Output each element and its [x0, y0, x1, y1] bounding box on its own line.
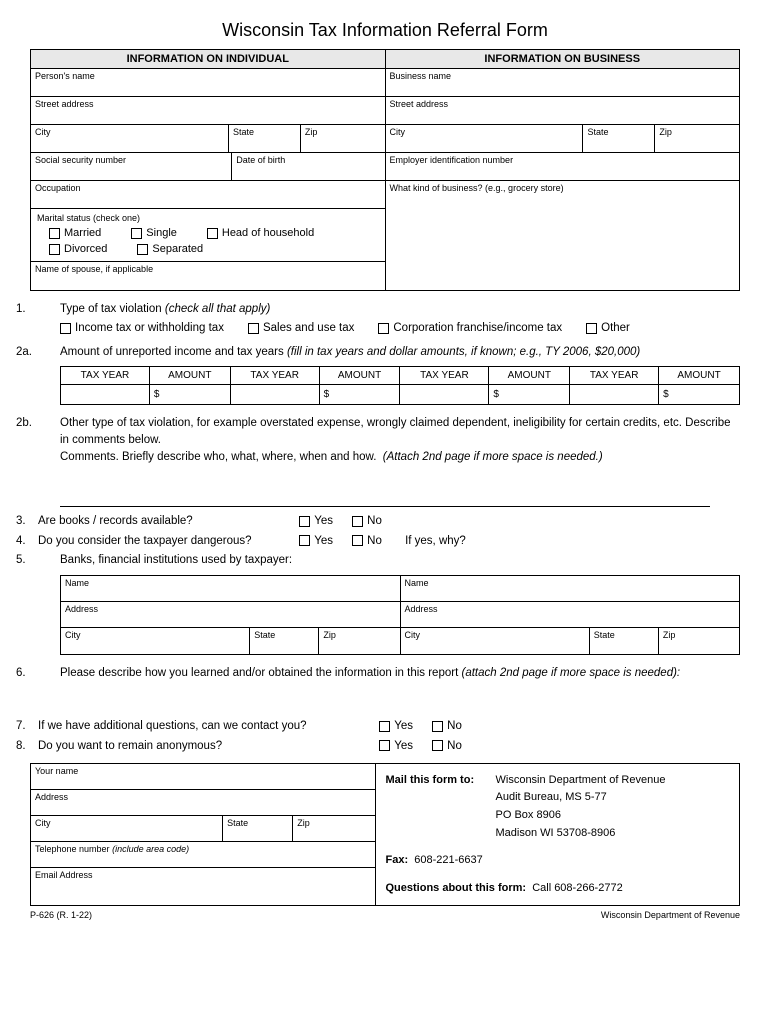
your-address[interactable]: Address	[31, 790, 375, 816]
your-name[interactable]: Your name	[31, 764, 375, 790]
bank1-state[interactable]: State	[250, 628, 319, 654]
section-headers: INFORMATION ON INDIVIDUAL INFORMATION ON…	[30, 49, 740, 69]
q7-yes[interactable]: Yes	[363, 720, 413, 732]
q4: 4.Do you consider the taxpayer dangerous…	[30, 533, 740, 550]
your-email[interactable]: Email Address	[31, 868, 375, 894]
mail-label: Mail this form to:	[386, 772, 496, 842]
q7-no[interactable]: No	[416, 720, 462, 732]
bus-state-field[interactable]: State	[583, 125, 655, 153]
business-name-field[interactable]: Business name	[386, 69, 740, 97]
dob-field[interactable]: Date of birth	[232, 153, 384, 181]
ein-field[interactable]: Employer identification number	[386, 153, 740, 181]
footer-dept: Wisconsin Department of Revenue	[601, 910, 740, 920]
mail-address: Wisconsin Department of RevenueAudit Bur…	[496, 772, 666, 842]
bus-city-field[interactable]: City	[386, 125, 584, 153]
th-year-3: TAX YEAR	[400, 366, 489, 384]
ty4[interactable]	[570, 384, 659, 404]
ind-street-field[interactable]: Street address	[31, 97, 385, 125]
footer: P-626 (R. 1-22) Wisconsin Department of …	[30, 910, 740, 920]
bank1-city[interactable]: City	[61, 628, 250, 654]
q4-yes[interactable]: Yes	[283, 535, 333, 547]
q2a: 2a.Amount of unreported income and tax y…	[30, 344, 740, 361]
ind-zip-field[interactable]: Zip	[301, 125, 385, 153]
amt3[interactable]: $	[489, 384, 570, 404]
your-zip[interactable]: Zip	[293, 816, 374, 842]
amt1[interactable]: $	[149, 384, 230, 404]
q8-yes[interactable]: Yes	[363, 740, 413, 752]
marital-separated[interactable]: Separated	[137, 243, 203, 255]
header-individual: INFORMATION ON INDIVIDUAL	[31, 50, 386, 68]
bank2-city[interactable]: City	[401, 628, 590, 654]
your-state[interactable]: State	[223, 816, 293, 842]
bank1-address[interactable]: Address	[61, 602, 400, 628]
q8: 8.Do you want to remain anonymous? Yes N…	[30, 738, 740, 755]
th-amt-3: AMOUNT	[489, 366, 570, 384]
th-amt-2: AMOUNT	[319, 366, 400, 384]
your-info: Your name Address City State Zip Telepho…	[31, 764, 376, 906]
marital-divorced[interactable]: Divorced	[49, 243, 107, 255]
q1-options: Income tax or withholding tax Sales and …	[60, 322, 740, 334]
fax-line: Fax: 608-221-6637	[386, 852, 730, 870]
th-year-2: TAX YEAR	[230, 366, 319, 384]
q3-no[interactable]: No	[336, 515, 382, 527]
bank1-zip[interactable]: Zip	[319, 628, 399, 654]
ind-city-field[interactable]: City	[31, 125, 229, 153]
th-year-4: TAX YEAR	[570, 366, 659, 384]
th-amt-1: AMOUNT	[149, 366, 230, 384]
q3-yes[interactable]: Yes	[283, 515, 333, 527]
bank2-name[interactable]: Name	[401, 576, 740, 602]
spouse-field[interactable]: Name of spouse, if applicable	[31, 262, 385, 290]
marital-status-section: Marital status (check one) Married Singl…	[31, 209, 385, 262]
your-city[interactable]: City	[31, 816, 223, 842]
business-column: Business name Street address City State …	[386, 69, 740, 290]
questions-line: Questions about this form: Call 608-266-…	[386, 880, 730, 898]
bank-grid: Name Address City State Zip Name Address…	[60, 575, 740, 655]
ty1[interactable]	[61, 384, 150, 404]
occupation-field[interactable]: Occupation	[31, 181, 385, 209]
divider	[60, 506, 710, 507]
bus-street-field[interactable]: Street address	[386, 97, 740, 125]
bottom-section: Your name Address City State Zip Telepho…	[30, 763, 740, 907]
ssn-field[interactable]: Social security number	[31, 153, 232, 181]
business-kind-field[interactable]: What kind of business? (e.g., grocery st…	[386, 181, 740, 289]
q5: 5.Banks, financial institutions used by …	[30, 552, 740, 569]
amt2[interactable]: $	[319, 384, 400, 404]
ty2[interactable]	[230, 384, 319, 404]
th-amt-4: AMOUNT	[659, 366, 740, 384]
marital-single[interactable]: Single	[131, 227, 177, 239]
q3: 3.Are books / records available? Yes No	[30, 513, 740, 530]
page-title: Wisconsin Tax Information Referral Form	[30, 20, 740, 41]
individual-column: Person's name Street address City State …	[31, 69, 386, 290]
person-name-field[interactable]: Person's name	[31, 69, 385, 97]
opt-corp-tax[interactable]: Corporation franchise/income tax	[378, 322, 562, 334]
q1: 1.Type of tax violation (check all that …	[30, 301, 740, 318]
th-year-1: TAX YEAR	[61, 366, 150, 384]
bank2-zip[interactable]: Zip	[659, 628, 739, 654]
marital-married[interactable]: Married	[49, 227, 101, 239]
your-phone[interactable]: Telephone number (include area code)	[31, 842, 375, 868]
mail-info: Mail this form to: Wisconsin Department …	[376, 764, 740, 906]
marital-hoh[interactable]: Head of household	[207, 227, 314, 239]
amt4[interactable]: $	[659, 384, 740, 404]
ind-state-field[interactable]: State	[229, 125, 301, 153]
q7: 7.If we have additional questions, can w…	[30, 718, 740, 735]
form-number: P-626 (R. 1-22)	[30, 910, 92, 920]
bank2-state[interactable]: State	[590, 628, 659, 654]
header-business: INFORMATION ON BUSINESS	[386, 50, 740, 68]
opt-other[interactable]: Other	[586, 322, 630, 334]
bank1-name[interactable]: Name	[61, 576, 400, 602]
bus-zip-field[interactable]: Zip	[655, 125, 739, 153]
marital-label: Marital status (check one)	[37, 213, 379, 223]
q8-no[interactable]: No	[416, 740, 462, 752]
opt-income-tax[interactable]: Income tax or withholding tax	[60, 322, 224, 334]
bank2-address[interactable]: Address	[401, 602, 740, 628]
tax-year-table: TAX YEARAMOUNT TAX YEARAMOUNT TAX YEARAM…	[60, 366, 740, 405]
q4-no[interactable]: No	[336, 535, 382, 547]
opt-sales-tax[interactable]: Sales and use tax	[248, 322, 354, 334]
q6: 6.Please describe how you learned and/or…	[30, 665, 740, 682]
ty3[interactable]	[400, 384, 489, 404]
info-grid: Person's name Street address City State …	[30, 69, 740, 291]
q2b: 2b.Other type of tax violation, for exam…	[30, 415, 740, 467]
